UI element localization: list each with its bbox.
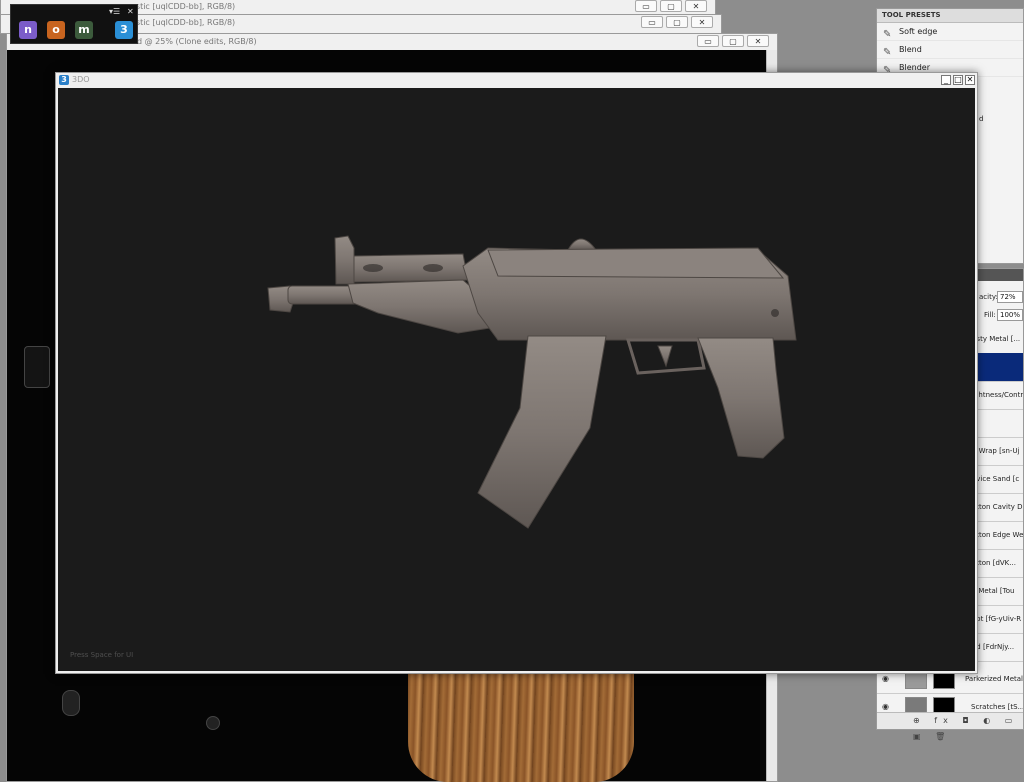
3d-viewport[interactable]: Press Space for UI <box>58 88 975 671</box>
press-space-hint: Press Space for UI <box>70 651 134 659</box>
rifle-model-render <box>267 235 797 529</box>
3do-viewer-window[interactable]: 3 3DO _ □ ✕ Press Space for UI <box>55 72 978 674</box>
launcher-close-icon[interactable]: ✕ <box>127 7 134 16</box>
opacity-field[interactable]: 72% <box>997 291 1023 303</box>
minimize-button[interactable]: ▭ <box>635 0 657 12</box>
fill-field[interactable]: 100% <box>997 309 1023 321</box>
maximize-button[interactable]: ▢ <box>660 0 682 12</box>
close-button[interactable]: ✕ <box>685 0 707 12</box>
maximize-button[interactable]: □ <box>953 75 963 85</box>
minimize-button[interactable]: ▭ <box>697 35 719 47</box>
close-button[interactable]: ✕ <box>965 75 975 85</box>
fill-label: Fill: <box>984 311 996 319</box>
minimize-button[interactable]: ▭ <box>641 16 663 28</box>
close-button[interactable]: ✕ <box>747 35 769 47</box>
layers-footer-toolbar[interactable]: ⊕ fx ◘ ◐ ▭ ▣ 🗑 <box>877 712 1023 741</box>
app-launcher: ▾☰ ✕ n o m 3 <box>10 4 138 44</box>
texture-part <box>206 716 220 730</box>
panel-header: TOOL PRESETS <box>877 9 1023 23</box>
m-app-icon[interactable]: m <box>75 21 93 39</box>
3do-app-icon[interactable]: 3 <box>115 21 133 39</box>
minimize-button[interactable]: _ <box>941 75 951 85</box>
launcher-menu-icon[interactable]: ▾☰ <box>109 7 120 16</box>
window-title: 3DO <box>72 75 90 84</box>
close-button[interactable]: ✕ <box>691 16 713 28</box>
maximize-button[interactable]: ▢ <box>666 16 688 28</box>
tool-preset-item[interactable]: ✎ Blend <box>877 41 1023 59</box>
n-app-icon[interactable]: n <box>19 21 37 39</box>
title-bar[interactable]: 3 3DO _ □ ✕ <box>56 73 977 87</box>
maximize-button[interactable]: ▢ <box>722 35 744 47</box>
3do-app-icon: 3 <box>59 75 69 85</box>
o-app-icon[interactable]: o <box>47 21 65 39</box>
texture-part <box>24 346 50 388</box>
opacity-label: acity: <box>979 293 998 301</box>
panel-side-label: d <box>979 115 984 123</box>
wood-texture-image <box>408 672 634 782</box>
tool-preset-item[interactable]: ✎ Soft edge <box>877 23 1023 41</box>
texture-part <box>62 690 80 716</box>
